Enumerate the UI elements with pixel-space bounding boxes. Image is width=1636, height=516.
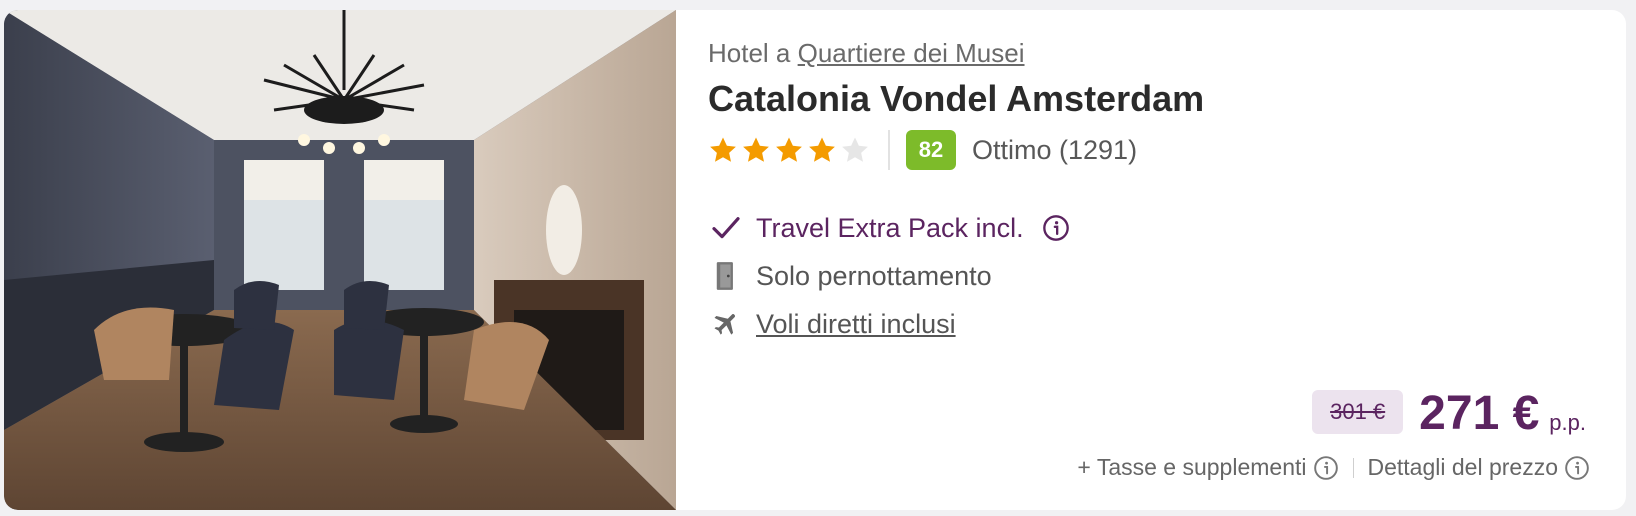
flights-link[interactable]: Voli diretti inclusi: [756, 309, 956, 340]
divider: [888, 130, 890, 170]
old-price: 301 €: [1312, 390, 1404, 434]
star-rating: [708, 135, 870, 165]
star-icon: [776, 137, 802, 162]
feature-board: Solo pernottamento: [708, 258, 992, 294]
star-icon: [743, 137, 769, 162]
hotel-name[interactable]: Catalonia Vondel Amsterdam: [708, 78, 1204, 120]
divider: [1352, 457, 1354, 478]
door-icon: [708, 258, 744, 294]
plane-icon: [708, 306, 744, 342]
info-icon[interactable]: [1313, 455, 1339, 481]
feature-flights: Voli diretti inclusi: [708, 306, 956, 342]
score-badge[interactable]: 82: [906, 130, 956, 170]
hotel-photo[interactable]: [4, 10, 676, 510]
price-unit: p.p.: [1549, 410, 1586, 435]
price-row: 301 € 271 € p.p.: [1312, 390, 1586, 438]
info-icon[interactable]: [1042, 214, 1070, 242]
hotel-card[interactable]: Hotel a Quartiere dei Musei Catalonia Vo…: [4, 10, 1626, 510]
location-prefix: Hotel a: [708, 38, 791, 68]
feature-label: Travel Extra Pack incl.: [756, 212, 1024, 243]
star-empty-icon: [842, 137, 868, 162]
hotel-info: Hotel a Quartiere dei Musei Catalonia Vo…: [708, 10, 1626, 510]
hotel-location: Hotel a Quartiere dei Musei: [708, 38, 1025, 69]
current-price[interactable]: 271 €: [1419, 390, 1539, 438]
info-icon[interactable]: [1564, 455, 1590, 481]
taxes-label[interactable]: + Tasse e supplementi: [1077, 454, 1306, 481]
star-icon: [809, 137, 835, 162]
score-label[interactable]: Ottimo (1291): [972, 135, 1137, 166]
rating-row: 82 Ottimo (1291): [708, 130, 1137, 170]
star-icon: [710, 137, 736, 162]
check-icon: [708, 210, 744, 246]
location-link[interactable]: Quartiere dei Musei: [798, 38, 1025, 68]
feature-travel-extra: Travel Extra Pack incl.: [708, 210, 1070, 246]
price-footer: + Tasse e supplementi Dettagli del prezz…: [1077, 454, 1590, 481]
price-details-link[interactable]: Dettagli del prezzo: [1368, 454, 1559, 481]
feature-label: Solo pernottamento: [756, 260, 992, 291]
